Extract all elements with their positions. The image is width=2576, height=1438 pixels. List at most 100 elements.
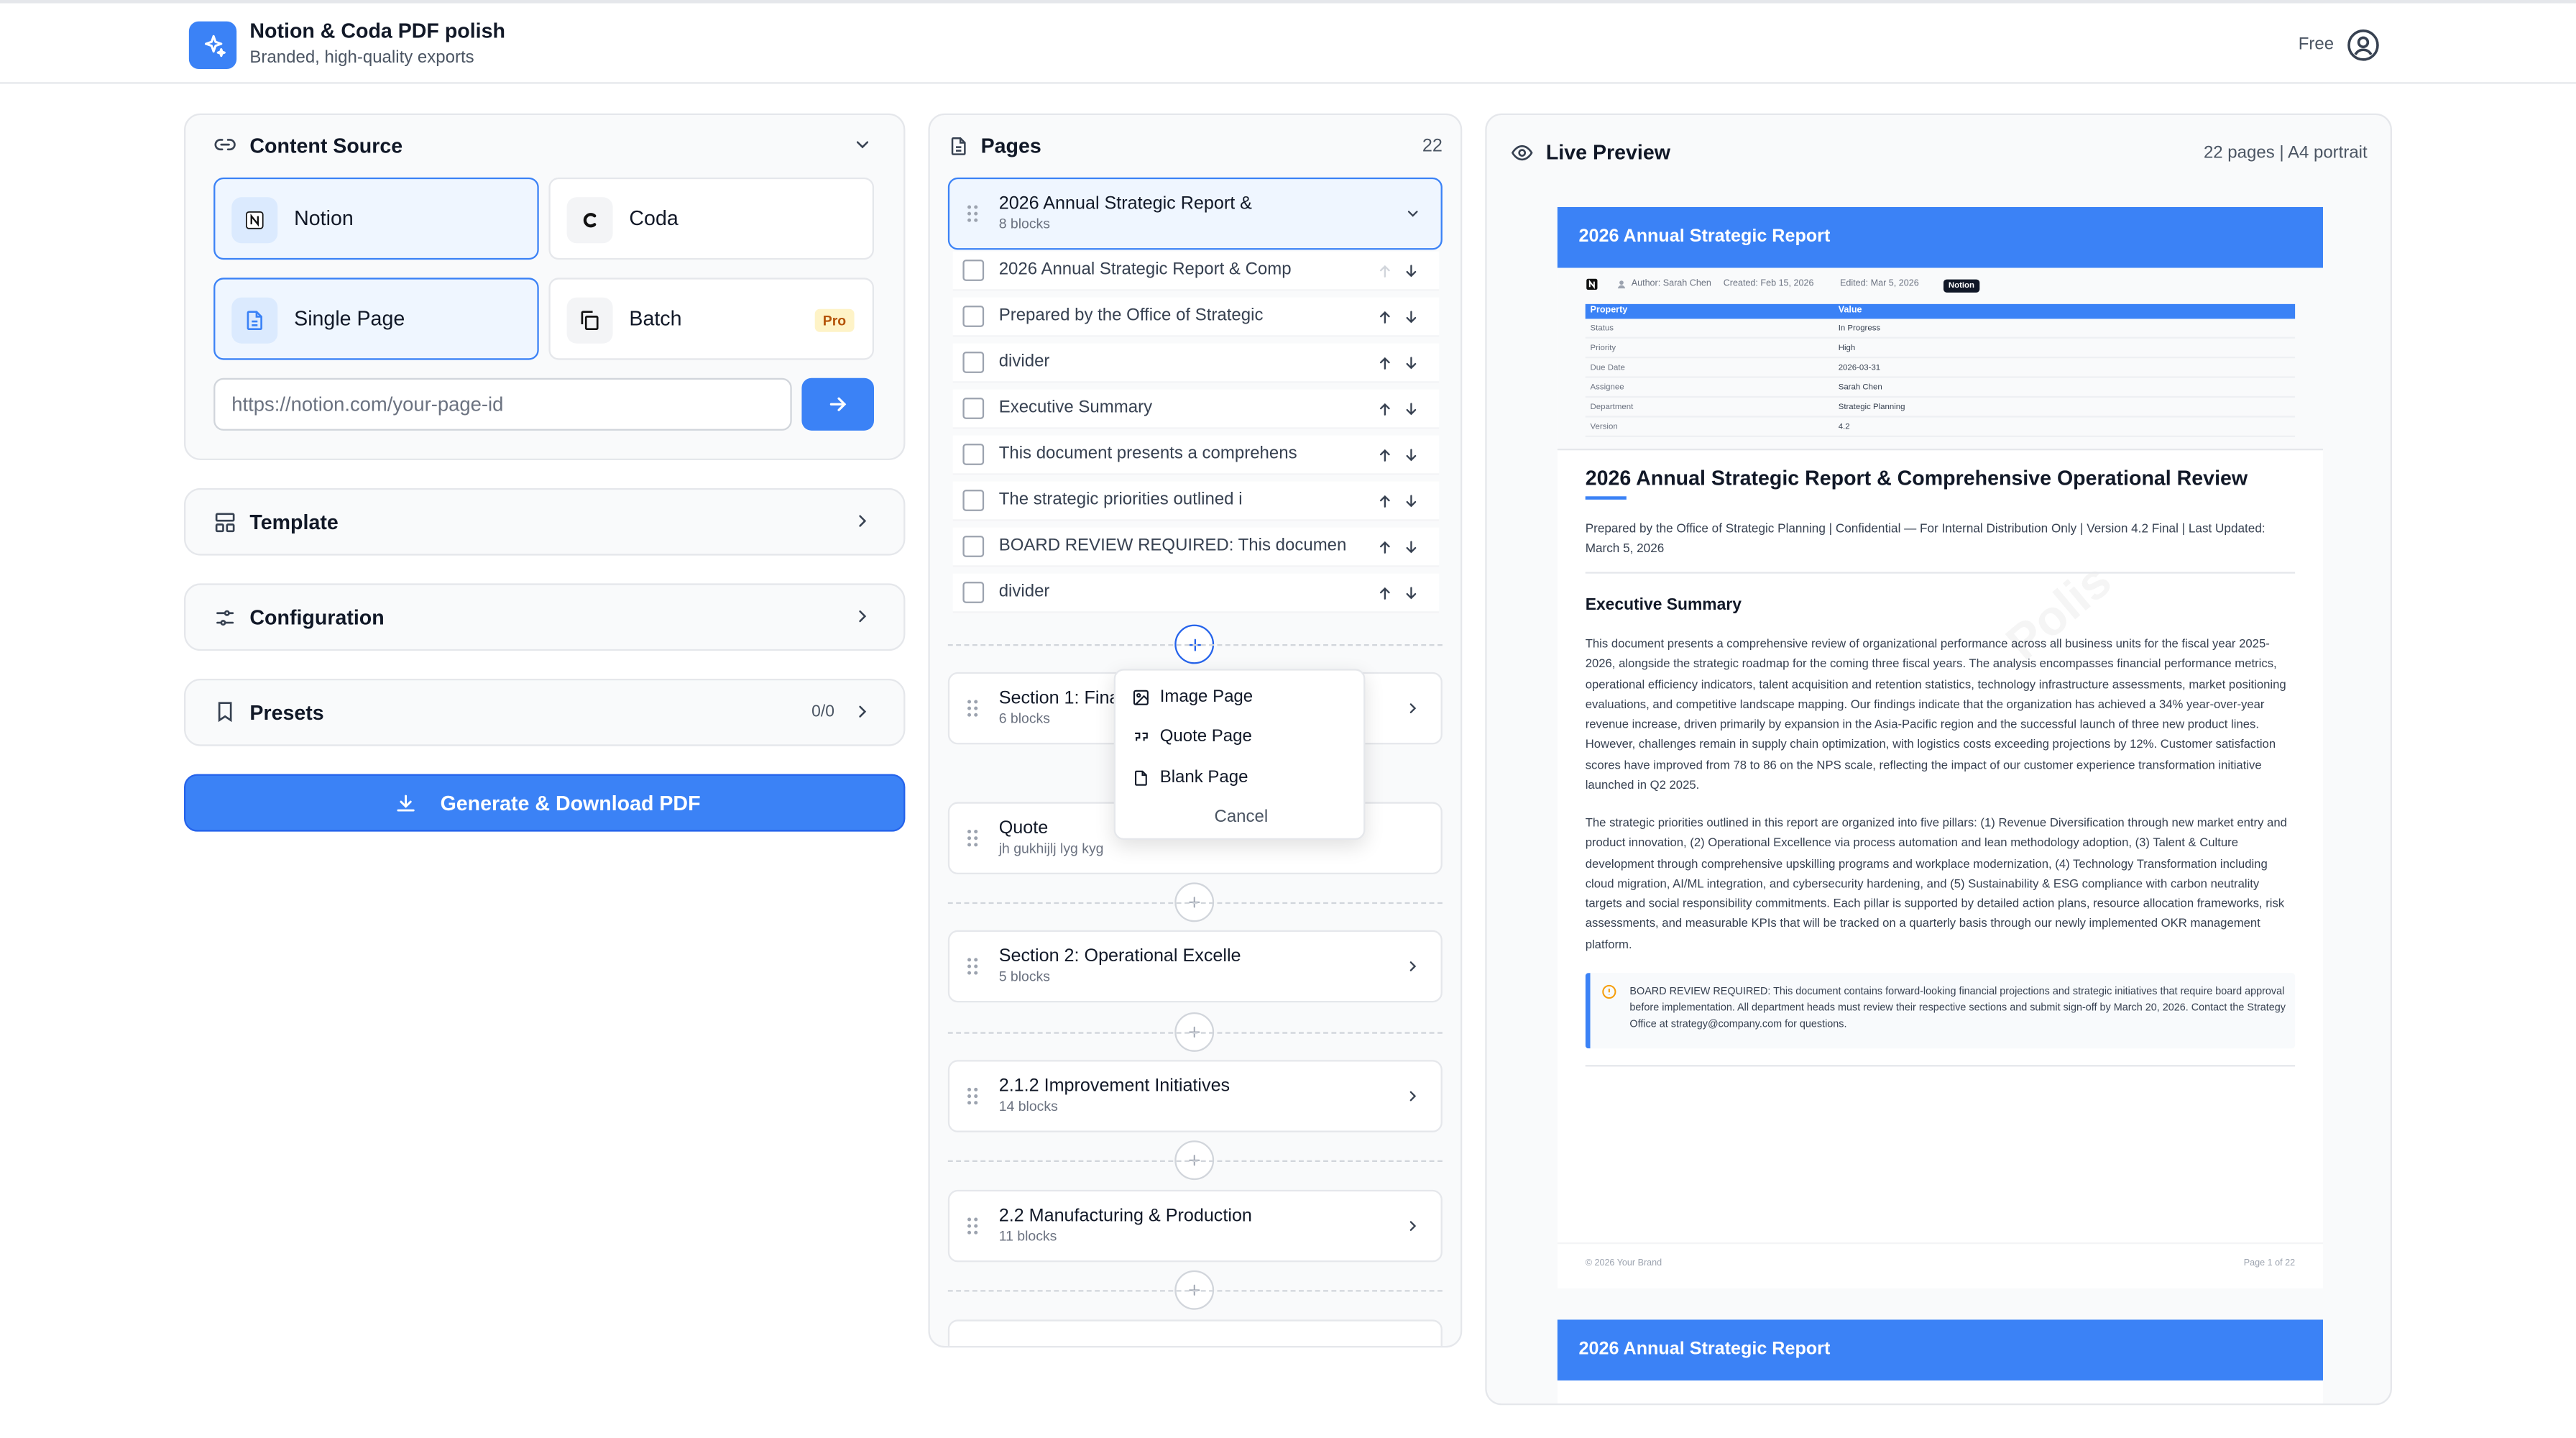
block-checkbox[interactable] <box>962 306 985 327</box>
configuration-title: Configuration <box>249 606 385 630</box>
arrow-up-icon[interactable] <box>1376 261 1393 280</box>
arrow-down-icon[interactable] <box>1403 583 1420 603</box>
preview-page[interactable]: 2026 Annual Strategic Report Author: Sar… <box>1557 206 2323 1288</box>
block-row[interactable]: 2026 Annual Strategic Report & Comp <box>952 251 1440 291</box>
block-row[interactable]: Executive Summary <box>952 389 1440 429</box>
chevron-down-icon[interactable] <box>1404 206 1421 222</box>
arrow-down-icon[interactable] <box>1403 445 1420 464</box>
download-icon <box>397 794 415 812</box>
quote-icon <box>1135 731 1148 741</box>
doc-footer-divider <box>1557 1242 2323 1245</box>
arrow-down-icon[interactable] <box>1403 307 1420 326</box>
chevron-right-icon[interactable] <box>1404 958 1421 975</box>
move-up-button[interactable] <box>1376 536 1393 565</box>
live-preview-title: Live Preview <box>1545 141 1670 165</box>
move-up-button[interactable] <box>1376 490 1393 519</box>
section-item[interactable]: 2.1.2 Improvement Initiatives 14 blocks <box>947 1060 1443 1132</box>
move-up-button[interactable] <box>1376 352 1393 381</box>
section-item[interactable]: 2.2 Manufacturing & Production 11 blocks <box>947 1189 1443 1263</box>
move-up-button[interactable] <box>1376 260 1393 289</box>
page-url-input[interactable] <box>213 377 792 431</box>
menu-item-blank-page[interactable]: Blank Page <box>1132 763 1248 792</box>
template-title: Template <box>249 510 339 534</box>
arrow-up-icon[interactable] <box>1376 399 1393 418</box>
generate-label: Generate & Download PDF <box>440 792 701 815</box>
arrow-up-icon[interactable] <box>1376 445 1393 464</box>
generate-download-button[interactable]: Generate & Download PDF <box>183 774 906 832</box>
move-down-button[interactable] <box>1403 582 1420 611</box>
chevron-right-icon[interactable] <box>1404 700 1421 717</box>
doc-footer-right: Page 1 of 22 <box>2243 1258 2296 1269</box>
move-down-button[interactable] <box>1403 398 1420 427</box>
section-item-open[interactable]: 2026 Annual Strategic Report & 8 blocks <box>947 177 1443 250</box>
drag-handle-icon[interactable] <box>966 828 979 848</box>
chevron-right-icon[interactable] <box>1404 1218 1421 1235</box>
block-row[interactable]: The strategic priorities outlined i <box>952 481 1440 521</box>
doc-divider <box>1585 572 2296 574</box>
arrow-up-icon[interactable] <box>1376 353 1393 372</box>
block-row[interactable]: BOARD REVIEW REQUIRED: This documen <box>952 527 1440 567</box>
section-item[interactable]: Section 2: Operational Excelle 5 blocks <box>947 930 1443 1003</box>
preview-page-2[interactable]: 2026 Annual Strategic Report <box>1557 1319 2323 1403</box>
arrow-down-icon[interactable] <box>1403 537 1420 557</box>
arrow-up-icon[interactable] <box>1376 537 1393 557</box>
move-down-button[interactable] <box>1403 536 1420 565</box>
move-up-button[interactable] <box>1376 444 1393 473</box>
copy-files-icon <box>566 297 613 344</box>
arrow-up-icon[interactable] <box>1376 307 1393 326</box>
mode-single-page-button[interactable]: Single Page <box>213 278 539 360</box>
provider-coda-button[interactable]: Coda <box>548 177 874 260</box>
move-up-button[interactable] <box>1376 306 1393 335</box>
menu-item-label: Image Page <box>1159 687 1254 707</box>
move-up-button[interactable] <box>1376 582 1393 611</box>
menu-item-quote-page[interactable]: Quote Page <box>1132 721 1252 751</box>
move-down-button[interactable] <box>1403 444 1420 473</box>
user-icon[interactable] <box>2346 28 2380 63</box>
block-text: This document presents a comprehens <box>998 444 1297 464</box>
chevron-down-icon[interactable] <box>852 134 872 154</box>
block-text: BOARD REVIEW REQUIRED: This documen <box>998 536 1347 556</box>
arrow-down-icon[interactable] <box>1403 491 1420 510</box>
provider-notion-button[interactable]: Notion <box>213 177 539 260</box>
drag-handle-icon[interactable] <box>966 203 979 223</box>
fetch-button[interactable] <box>801 377 874 431</box>
block-checkbox[interactable] <box>962 444 985 465</box>
move-down-button[interactable] <box>1403 490 1420 519</box>
drag-handle-icon[interactable] <box>966 1086 979 1106</box>
block-row[interactable]: Prepared by the Office of Strategic <box>952 297 1440 337</box>
menu-item-image-page[interactable]: Image Page <box>1132 682 1253 712</box>
eye-icon <box>1511 145 1533 161</box>
doc-subheading: Executive Summary <box>1585 596 1742 615</box>
property-value: High <box>1838 343 1856 354</box>
drag-handle-icon[interactable] <box>966 698 979 718</box>
block-checkbox[interactable] <box>962 352 985 373</box>
arrow-down-icon[interactable] <box>1403 353 1420 372</box>
chevron-right-icon[interactable] <box>1404 1088 1421 1104</box>
menu-cancel-button[interactable]: Cancel <box>1116 807 1367 826</box>
move-down-button[interactable] <box>1403 306 1420 335</box>
section-separator <box>947 1160 1443 1162</box>
move-down-button[interactable] <box>1403 352 1420 381</box>
mode-batch-button[interactable]: Batch Pro <box>548 278 874 360</box>
doc-paragraph: This document presents a comprehensive r… <box>1585 636 2286 792</box>
block-row[interactable]: This document presents a comprehens <box>952 435 1440 475</box>
block-checkbox[interactable] <box>962 582 985 603</box>
block-checkbox[interactable] <box>962 260 985 281</box>
move-up-button[interactable] <box>1376 398 1393 427</box>
arrow-down-icon[interactable] <box>1403 261 1420 280</box>
section-item-partial[interactable] <box>947 1319 1443 1346</box>
block-checkbox[interactable] <box>962 536 985 557</box>
property-value: 4.2 <box>1838 422 1850 433</box>
move-down-button[interactable] <box>1403 260 1420 289</box>
drag-handle-icon[interactable] <box>966 1216 979 1235</box>
block-checkbox[interactable] <box>962 490 985 511</box>
arrow-down-icon[interactable] <box>1403 399 1420 418</box>
block-row[interactable]: divider <box>952 573 1440 613</box>
drag-handle-icon[interactable] <box>966 956 979 976</box>
block-row[interactable]: divider <box>952 343 1440 383</box>
block-checkbox[interactable] <box>962 398 985 419</box>
arrow-up-icon[interactable] <box>1376 491 1393 510</box>
add-page-menu: Image Page Quote Page Blank Page Cancel <box>1113 669 1367 840</box>
property-key: Assignee <box>1590 383 1624 393</box>
arrow-up-icon[interactable] <box>1376 583 1393 603</box>
